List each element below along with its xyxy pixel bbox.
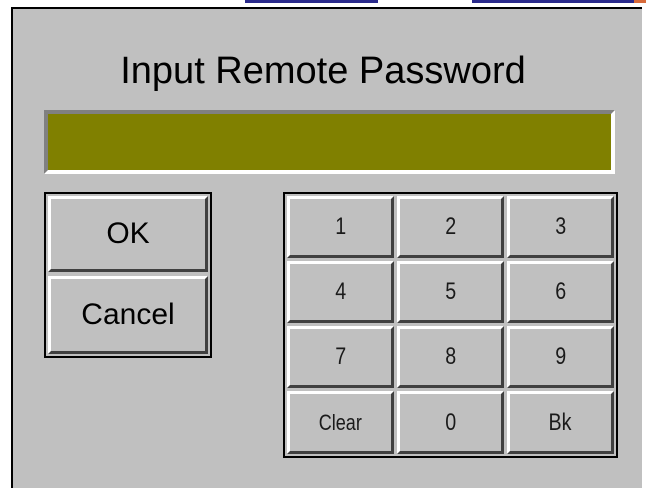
top-window-strip bbox=[245, 0, 378, 3]
keypad-key-7[interactable]: 7 bbox=[287, 326, 394, 388]
ok-button[interactable]: OK bbox=[48, 196, 208, 272]
key-label: 7 bbox=[335, 343, 346, 370]
key-label: 6 bbox=[555, 278, 566, 305]
key-label: Clear bbox=[318, 409, 363, 435]
key-label: 3 bbox=[555, 213, 566, 240]
key-label: Bk bbox=[549, 408, 572, 436]
dialog-title: Input Remote Password bbox=[120, 50, 526, 92]
keypad-key-5[interactable]: 5 bbox=[397, 261, 504, 323]
key-label: 2 bbox=[445, 213, 456, 240]
screen: Input Remote Password OK Cancel 1 2 3 4 … bbox=[0, 0, 646, 488]
keypad-key-6[interactable]: 6 bbox=[507, 261, 614, 323]
top-window-strip bbox=[472, 0, 634, 3]
keypad-key-0[interactable]: 0 bbox=[397, 391, 504, 454]
keypad-key-9[interactable]: 9 bbox=[507, 326, 614, 388]
key-label: 0 bbox=[445, 408, 456, 436]
password-input[interactable] bbox=[44, 110, 615, 174]
keypad-key-1[interactable]: 1 bbox=[287, 196, 394, 258]
keypad-key-8[interactable]: 8 bbox=[397, 326, 504, 388]
top-window-accent bbox=[634, 0, 646, 3]
key-label: 4 bbox=[335, 278, 346, 305]
keypad-clear-button[interactable]: Clear bbox=[287, 391, 394, 454]
key-label: 5 bbox=[445, 278, 456, 305]
keypad-key-3[interactable]: 3 bbox=[507, 196, 614, 258]
keypad-key-4[interactable]: 4 bbox=[287, 261, 394, 323]
keypad-key-2[interactable]: 2 bbox=[397, 196, 504, 258]
cancel-button[interactable]: Cancel bbox=[48, 276, 208, 354]
key-label: 1 bbox=[335, 213, 346, 240]
key-label: 8 bbox=[445, 343, 456, 370]
keypad-backspace-button[interactable]: Bk bbox=[507, 391, 614, 454]
key-label: 9 bbox=[555, 343, 566, 370]
